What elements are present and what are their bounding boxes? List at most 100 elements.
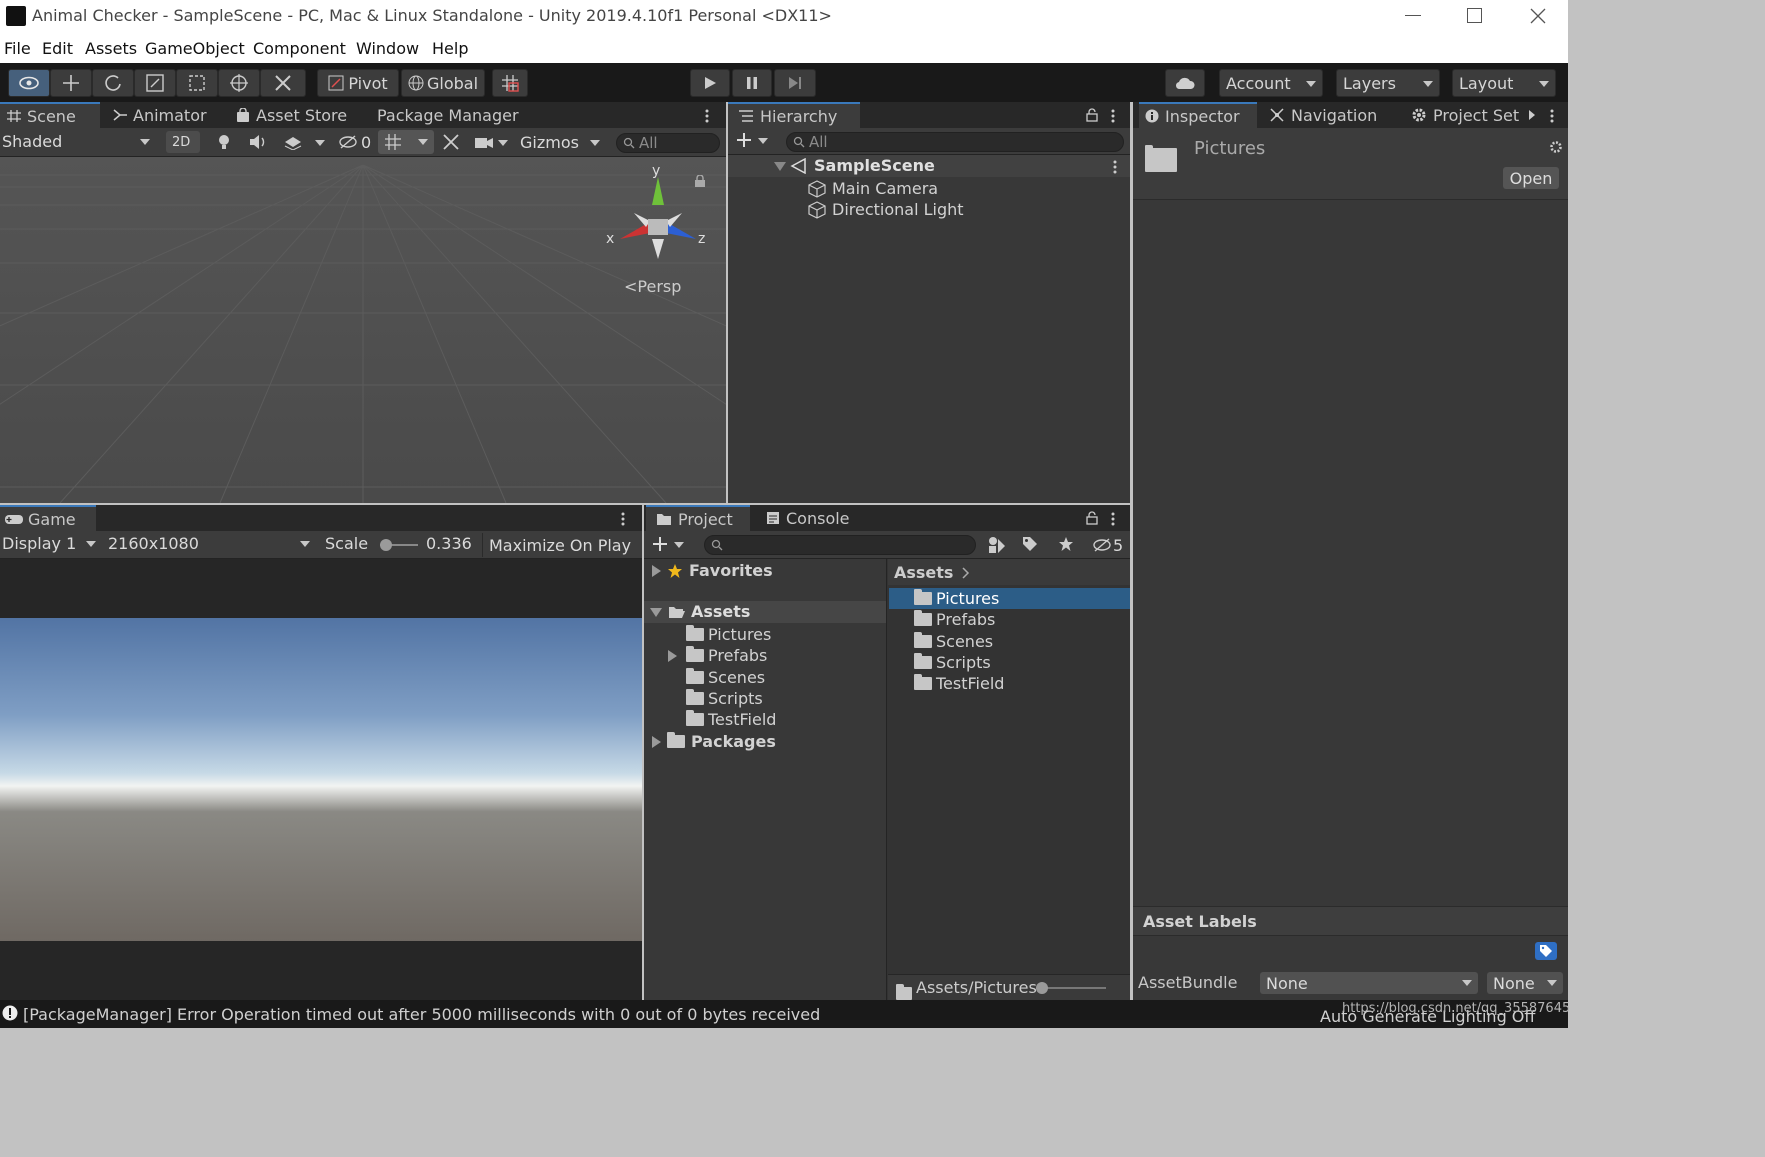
view-tool-button[interactable] xyxy=(8,69,50,97)
step-button[interactable] xyxy=(774,69,816,97)
scale-tool-button[interactable] xyxy=(134,69,176,97)
game-viewport[interactable] xyxy=(0,618,642,941)
menu-component[interactable]: Component xyxy=(253,39,346,58)
hierarchy-search-input[interactable]: All xyxy=(786,132,1124,152)
tree-folder-item[interactable]: Pictures xyxy=(686,624,771,645)
persp-toggle[interactable]: <Persp xyxy=(624,277,681,296)
effects-dropdown[interactable] xyxy=(310,133,330,153)
content-folder-item[interactable]: Scenes xyxy=(914,631,993,652)
tab-package-manager[interactable]: Package Manager xyxy=(377,102,527,128)
expand-arrow-icon[interactable] xyxy=(650,608,662,617)
camera-settings-button[interactable] xyxy=(474,133,512,153)
create-dropdown[interactable] xyxy=(652,536,688,556)
maximize-button[interactable] xyxy=(1467,8,1482,23)
search-by-label-icon[interactable] xyxy=(1022,536,1038,552)
transform-tool-button[interactable] xyxy=(218,69,260,97)
maximize-on-play-toggle[interactable]: Maximize On Play xyxy=(482,533,634,557)
tab-inspector[interactable]: Inspector xyxy=(1139,102,1257,128)
more-options-icon[interactable] xyxy=(1110,511,1116,527)
tools-toggle-icon[interactable] xyxy=(442,133,460,151)
orientation-gizmo[interactable]: y x z <Persp xyxy=(600,163,720,307)
expand-arrow-icon[interactable] xyxy=(652,735,661,748)
label-tag-button[interactable] xyxy=(1535,942,1557,960)
minimize-button[interactable] xyxy=(1405,15,1421,16)
favorite-star-icon[interactable] xyxy=(1058,536,1074,552)
expand-arrow-icon[interactable] xyxy=(774,162,786,171)
tab-console[interactable]: Console xyxy=(766,505,862,531)
open-button[interactable]: Open xyxy=(1503,167,1559,189)
hidden-packages-toggle[interactable]: 5 xyxy=(1092,536,1128,556)
more-options-icon[interactable] xyxy=(704,108,710,124)
menu-assets[interactable]: Assets xyxy=(85,39,137,58)
tab-hierarchy[interactable]: Hierarchy xyxy=(728,102,860,128)
more-options-icon[interactable] xyxy=(1112,159,1118,175)
grid-toggle[interactable] xyxy=(378,130,434,154)
tab-navigation[interactable]: Navigation xyxy=(1269,102,1393,128)
tab-asset-store[interactable]: Asset Store xyxy=(236,102,364,128)
menu-file[interactable]: File xyxy=(4,39,31,58)
play-button[interactable] xyxy=(690,69,730,97)
tree-folder-item[interactable]: Scenes xyxy=(686,667,765,688)
assetbundle-variant-dropdown[interactable]: None xyxy=(1487,972,1563,994)
create-dropdown[interactable] xyxy=(736,132,772,152)
expand-arrow-icon[interactable] xyxy=(652,564,661,577)
hierarchy-item[interactable]: Main Camera xyxy=(808,178,938,199)
lighting-toggle-icon[interactable] xyxy=(216,133,232,151)
expand-arrow-icon[interactable] xyxy=(668,649,677,662)
content-folder-item[interactable]: Scripts xyxy=(914,652,991,673)
content-folder-item[interactable]: TestField xyxy=(914,673,1004,694)
scene-search-input[interactable]: All xyxy=(616,133,720,153)
rotate-tool-button[interactable] xyxy=(92,69,134,97)
more-options-icon[interactable] xyxy=(1110,108,1116,124)
move-tool-button[interactable] xyxy=(50,69,92,97)
gizmos-dropdown[interactable]: Gizmos xyxy=(520,133,606,155)
tab-game[interactable]: Game xyxy=(0,505,96,531)
collab-cloud-button[interactable] xyxy=(1165,69,1205,97)
pivot-toggle[interactable]: Pivot xyxy=(317,69,399,97)
layers-dropdown[interactable]: Layers xyxy=(1336,69,1440,97)
icon-size-slider[interactable] xyxy=(1036,982,1106,994)
search-by-type-icon[interactable] xyxy=(988,536,1006,554)
rect-tool-button[interactable] xyxy=(176,69,218,97)
menu-gameobject[interactable]: GameObject xyxy=(145,39,245,58)
hierarchy-item[interactable]: Directional Light xyxy=(808,199,964,220)
content-folder-item[interactable]: Pictures xyxy=(914,588,999,609)
lock-icon[interactable] xyxy=(1086,108,1098,122)
tab-scene[interactable]: Scene xyxy=(0,102,100,128)
content-folder-item[interactable]: Prefabs xyxy=(914,609,995,630)
close-button[interactable] xyxy=(1528,6,1548,26)
grid-snap-button[interactable] xyxy=(492,69,528,97)
tree-folder-item[interactable]: Scripts xyxy=(686,688,763,709)
status-message[interactable]: [PackageManager] Error Operation timed o… xyxy=(23,1005,820,1024)
2d-toggle[interactable]: 2D xyxy=(166,131,200,153)
scale-slider[interactable] xyxy=(380,539,418,551)
assetbundle-dropdown[interactable]: None xyxy=(1260,972,1478,994)
menu-edit[interactable]: Edit xyxy=(42,39,73,58)
packages-node[interactable]: Packages xyxy=(652,731,776,752)
settings-gear-icon[interactable] xyxy=(1549,140,1563,154)
lock-icon[interactable] xyxy=(1086,511,1098,525)
layout-dropdown[interactable]: Layout xyxy=(1452,69,1556,97)
more-options-icon[interactable] xyxy=(620,511,626,527)
favorites-node[interactable]: Favorites xyxy=(652,560,773,581)
menu-window[interactable]: Window xyxy=(356,39,419,58)
pause-button[interactable] xyxy=(732,69,772,97)
audio-toggle-icon[interactable] xyxy=(248,133,268,151)
tree-folder-item[interactable]: Prefabs xyxy=(668,645,767,666)
shading-mode-dropdown[interactable]: Shaded xyxy=(2,132,154,154)
tree-folder-item[interactable]: TestField xyxy=(686,709,776,730)
resolution-dropdown[interactable]: 2160x1080 xyxy=(108,534,316,556)
tabs-overflow-arrow-icon[interactable] xyxy=(1529,110,1535,120)
scene-row[interactable]: SampleScene xyxy=(728,155,1130,177)
icon-size-slider-thumb[interactable] xyxy=(1036,982,1048,994)
global-toggle[interactable]: Global xyxy=(401,69,485,97)
more-options-icon[interactable] xyxy=(1549,108,1555,124)
tab-animator[interactable]: Animator xyxy=(112,102,228,128)
breadcrumb-assets[interactable]: Assets xyxy=(894,563,953,582)
hidden-objects-toggle[interactable]: 0 xyxy=(338,133,374,153)
tab-project[interactable]: Project xyxy=(646,505,750,531)
project-search-input[interactable] xyxy=(704,535,976,555)
tab-project-settings[interactable]: Project Set xyxy=(1411,102,1531,128)
scene-viewport[interactable]: y x z <Persp xyxy=(0,157,726,503)
menu-help[interactable]: Help xyxy=(432,39,468,58)
